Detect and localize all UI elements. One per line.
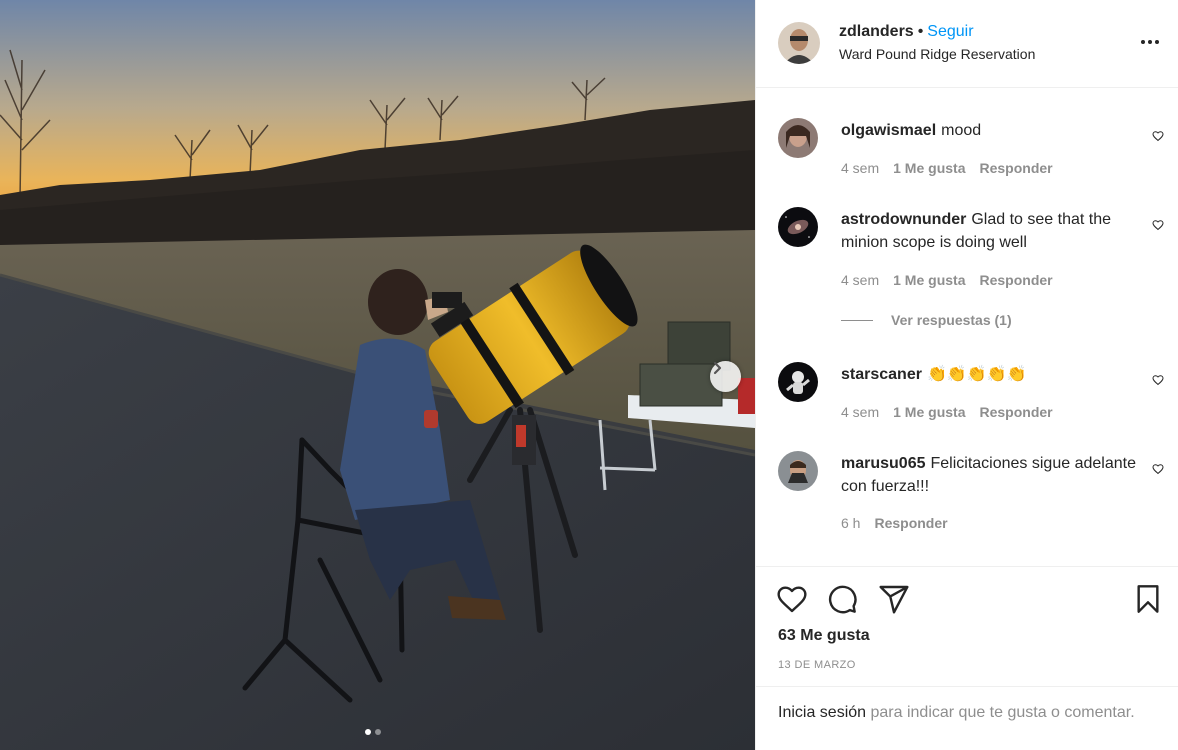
share-icon[interactable] [878,583,910,615]
author-line: zdlanders • Seguir [839,23,974,41]
telescope-photo [0,0,755,750]
comment-username[interactable]: astrodownunder [841,211,966,228]
comment-text: starscaner 👏👏👏👏👏 [841,363,1161,386]
view-replies-label: Ver respuestas (1) [891,312,1012,328]
commenter-avatar[interactable] [778,362,818,402]
comment-meta: 6 h Responder [841,515,962,531]
comment-text: olgawismael mood [841,119,1161,142]
more-options-button[interactable] [1141,34,1165,50]
carousel-indicator [365,729,381,735]
post-actions: 63 Me gusta 13 DE MARZO [756,566,1178,686]
carousel-next-button[interactable] [710,361,741,392]
author-username[interactable]: zdlanders [839,23,914,40]
comment-text: marusu065 Felicitaciones sigue adelante c… [841,452,1161,498]
login-prompt: Inicia sesión para indicar que te gusta … [756,686,1178,750]
comment-heart-icon[interactable] [1152,374,1164,386]
comment-time[interactable]: 4 sem [841,272,879,288]
location-link[interactable]: Ward Pound Ridge Reservation [839,46,1035,62]
like-heart-icon[interactable] [776,583,808,615]
commenter-avatar[interactable] [778,118,818,158]
more-icon [1141,40,1145,44]
comment-text: astrodownunder Glad to see that the minio… [841,208,1161,254]
reply-button[interactable]: Responder [979,404,1052,420]
comment-likes[interactable]: 1 Me gusta [893,404,965,420]
post-side-panel: zdlanders • Seguir Ward Pound Ridge Reserv… [755,0,1178,750]
login-prompt-text: para indicar que te gusta o comentar. [866,704,1135,721]
comment-heart-icon[interactable] [1152,463,1164,475]
commenter-avatar[interactable] [778,207,818,247]
post-photo[interactable] [0,0,755,750]
likes-count[interactable]: 63 Me gusta [778,627,870,645]
comment-heart-icon[interactable] [1152,219,1164,231]
replies-divider-line [841,319,873,321]
comment-meta: 4 sem 1 Me gusta Responder [841,160,1067,176]
author-avatar[interactable] [778,22,820,64]
comment-body: mood [941,122,982,139]
comment-time[interactable]: 6 h [841,515,860,531]
carousel-dot-active [365,729,371,735]
comment-likes[interactable]: 1 Me gusta [893,160,965,176]
follow-button[interactable]: Seguir [927,23,973,40]
comment-time[interactable]: 4 sem [841,160,879,176]
carousel-dot [375,729,381,735]
commenter-avatar[interactable] [778,451,818,491]
comment-body: 👏👏👏👏👏 [926,366,1027,383]
separator-dot: • [917,23,924,40]
comment-username[interactable]: marusu065 [841,455,926,472]
chevron-right-icon [713,361,722,375]
comment-time[interactable]: 4 sem [841,404,879,420]
post-date[interactable]: 13 DE MARZO [778,659,856,671]
bookmark-icon[interactable] [1132,583,1164,615]
comment-likes[interactable]: 1 Me gusta [893,272,965,288]
post-header: zdlanders • Seguir Ward Pound Ridge Reserv… [756,0,1178,88]
login-link[interactable]: Inicia sesión [778,704,866,721]
reply-button[interactable]: Responder [979,160,1052,176]
comment-meta: 4 sem 1 Me gusta Responder [841,272,1067,288]
comment-heart-icon[interactable] [1152,130,1164,142]
comment-username[interactable]: olgawismael [841,122,936,139]
reply-button[interactable]: Responder [874,515,947,531]
comment-icon[interactable] [826,583,858,615]
comment-meta: 4 sem 1 Me gusta Responder [841,404,1067,420]
reply-button[interactable]: Responder [979,272,1052,288]
view-replies-button[interactable]: Ver respuestas (1) [841,312,1012,328]
comment-username[interactable]: starscaner [841,366,922,383]
